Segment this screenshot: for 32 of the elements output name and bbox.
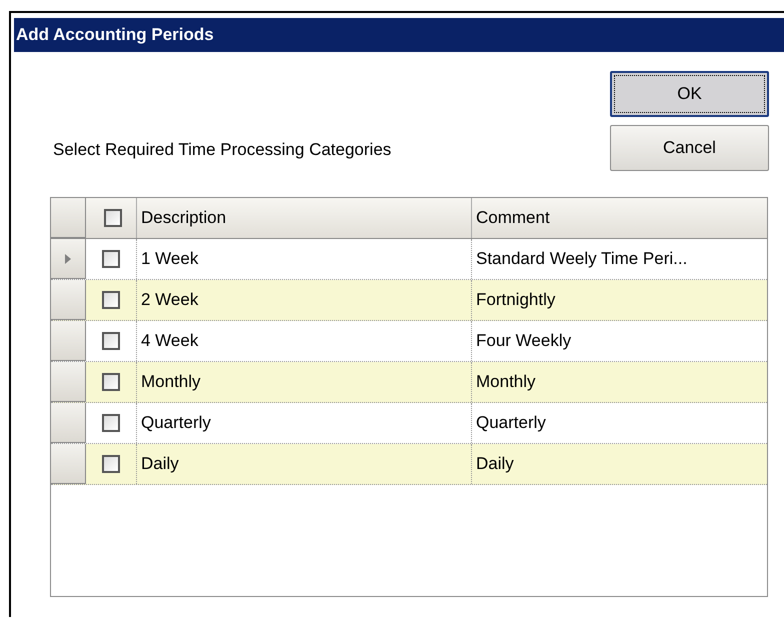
row-header[interactable] (51, 403, 86, 443)
checkbox[interactable] (102, 291, 120, 309)
dialog-button[interactable]: Cancel (610, 125, 769, 171)
table-cell: Fortnightly (471, 280, 767, 320)
row-header[interactable] (51, 239, 86, 279)
table-cell: Daily (136, 444, 471, 484)
row-header[interactable] (51, 321, 86, 361)
table-cell: Quarterly (136, 403, 471, 443)
table-cell: Monthly (136, 362, 471, 402)
table-cell: Monthly (471, 362, 767, 402)
checkbox[interactable] (102, 332, 120, 350)
column-header[interactable]: Comment (471, 198, 767, 238)
checkbox[interactable] (102, 250, 120, 268)
checkbox[interactable] (102, 414, 120, 432)
table-cell: Four Weekly (471, 321, 767, 361)
table-cell: 2 Week (136, 280, 471, 320)
dialog-button[interactable]: OK (610, 71, 769, 117)
instruction-text: Select Required Time Processing Categories (53, 140, 392, 160)
table-cell: Standard Weely Time Peri... (471, 239, 767, 279)
checkbox[interactable] (102, 455, 120, 473)
table-cell: Daily (471, 444, 767, 484)
column-header[interactable]: Description (136, 198, 471, 238)
table-cell: 4 Week (136, 321, 471, 361)
window-title: Add Accounting Periods (16, 25, 214, 45)
row-header[interactable] (51, 444, 86, 484)
table-cell: Quarterly (471, 403, 767, 443)
row-header[interactable] (51, 280, 86, 320)
current-row-icon (65, 254, 71, 264)
row-header[interactable] (51, 362, 86, 402)
table-cell: 1 Week (136, 239, 471, 279)
checkbox[interactable] (102, 373, 120, 391)
checkbox[interactable] (104, 209, 122, 227)
